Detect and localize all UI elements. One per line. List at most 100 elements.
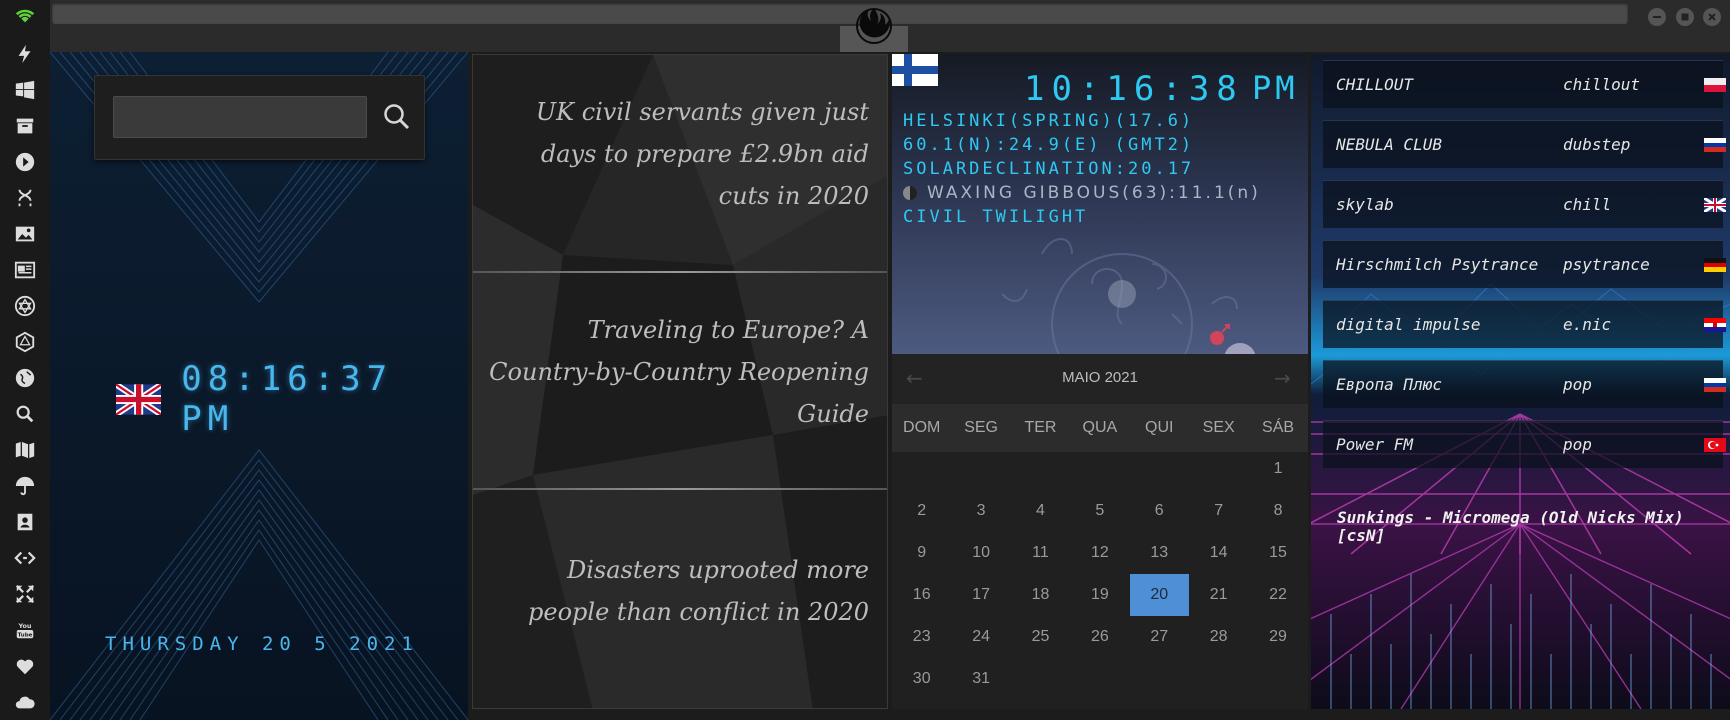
station-item[interactable]: digital impulse e.nic	[1323, 300, 1726, 348]
radio-panel: CHILLOUT chillout NEBULA CLUB dubstep sk…	[1311, 54, 1730, 709]
calendar-day[interactable]: 7	[1189, 490, 1248, 532]
wifi-icon[interactable]	[13, 4, 37, 28]
square-icon	[1681, 13, 1689, 21]
newspaper-icon[interactable]	[13, 258, 37, 282]
calendar-day[interactable]: 1	[1248, 448, 1307, 490]
station-item[interactable]: Европа Плюс pop	[1323, 360, 1726, 408]
calendar-empty-cell	[1130, 448, 1189, 490]
contacts-icon[interactable]	[13, 510, 37, 534]
title-bar-track[interactable]	[52, 3, 1628, 24]
umbrella-icon[interactable]	[13, 474, 37, 498]
expand-icon[interactable]	[13, 582, 37, 606]
station-genre: dubstep	[1563, 135, 1631, 154]
globe-icon[interactable]	[13, 366, 37, 390]
calendar-week-row: 1	[892, 448, 1308, 490]
search-icon[interactable]	[13, 402, 37, 426]
station-item[interactable]: Power FM pop	[1323, 420, 1726, 468]
hexagon-icon[interactable]	[13, 330, 37, 354]
news-item-2[interactable]: Traveling to Europe? A Country-by-Countr…	[489, 309, 869, 435]
calendar-day[interactable]: 16	[892, 574, 951, 616]
calendar-day[interactable]: 5	[1070, 490, 1129, 532]
calendar-day[interactable]: 17	[951, 574, 1010, 616]
calendar-day[interactable]: 18	[1011, 574, 1070, 616]
calendar-day[interactable]: 11	[1011, 532, 1070, 574]
weekday-label: SEX	[1202, 419, 1235, 436]
astro-panel: 10:16:38 PM HELSINKI(SPRING)(17.6) 60.1(…	[892, 54, 1308, 354]
calendar-day[interactable]: 22	[1248, 574, 1307, 616]
weekday-label: QUA	[1082, 419, 1118, 436]
station-item[interactable]: NEBULA CLUB dubstep	[1323, 120, 1726, 168]
calendar-day[interactable]: 9	[892, 532, 951, 574]
cloud-icon[interactable]	[13, 690, 37, 714]
station-name: digital impulse	[1336, 315, 1481, 334]
close-button[interactable]	[1703, 8, 1721, 26]
calendar-day[interactable]: 26	[1070, 616, 1129, 658]
calendar-empty-cell	[951, 448, 1010, 490]
calendar-day[interactable]: 27	[1130, 616, 1189, 658]
weekday-label: DOM	[903, 419, 941, 436]
svg-text:You: You	[17, 622, 31, 630]
station-name: NEBULA CLUB	[1336, 135, 1442, 154]
play-icon[interactable]	[13, 150, 37, 174]
archive-icon[interactable]	[13, 114, 37, 138]
calendar-empty-cell	[1130, 658, 1189, 700]
poland-flag-icon	[1704, 78, 1726, 92]
calendar-day[interactable]: 20	[1129, 574, 1189, 616]
calendar-day[interactable]: 23	[892, 616, 951, 658]
windows-icon[interactable]	[13, 78, 37, 102]
title-bar	[50, 0, 1730, 52]
station-genre: chillout	[1563, 75, 1641, 94]
calendar-day[interactable]: 6	[1130, 490, 1189, 532]
map-icon[interactable]	[13, 438, 37, 462]
heart-icon[interactable]	[13, 654, 37, 678]
calendar-day[interactable]: 10	[951, 532, 1010, 574]
calendar-day[interactable]: 28	[1189, 616, 1248, 658]
news-item-1[interactable]: UK civil servants given just days to pre…	[489, 91, 869, 217]
calendar-day[interactable]: 21	[1189, 574, 1248, 616]
news-panel: UK civil servants given just days to pre…	[472, 54, 888, 709]
lightning-icon[interactable]	[13, 42, 37, 66]
calendar-day[interactable]: 4	[1011, 490, 1070, 532]
news-item-3[interactable]: Disasters uprooted more people than conf…	[489, 549, 869, 633]
maximize-button[interactable]	[1676, 8, 1694, 26]
dna-icon[interactable]	[13, 186, 37, 210]
youtube-icon[interactable]: You Tube	[13, 618, 37, 642]
calendar-day[interactable]: 29	[1248, 616, 1307, 658]
calendar-day[interactable]: 3	[951, 490, 1010, 532]
calendar-day[interactable]: 13	[1130, 532, 1189, 574]
station-item[interactable]: Hirschmilch Psytrance psytrance	[1323, 240, 1726, 288]
calendar-day[interactable]: 14	[1189, 532, 1248, 574]
russia-flag-icon	[1704, 138, 1726, 152]
station-genre: psytrance	[1563, 255, 1650, 274]
moon-phase-line: WAXING GIBBOUS(63):11.1(n)	[903, 183, 1261, 203]
code-icon[interactable]	[13, 546, 37, 570]
calendar-day[interactable]: 12	[1070, 532, 1129, 574]
search-box	[94, 75, 425, 160]
star-of-david-icon[interactable]	[13, 294, 37, 318]
calendar-week-row: 23 24 25 26 27 28 29	[892, 616, 1308, 658]
twilight-line: CIVIL TWILIGHT	[903, 207, 1089, 227]
calendar-empty-cell	[1011, 658, 1070, 700]
station-item[interactable]: CHILLOUT chillout	[1323, 60, 1726, 108]
coordinates-line: 60.1(N):24.9(E) (GMT2)	[903, 135, 1195, 155]
local-clock: 08:16:37 PM	[116, 359, 468, 439]
calendar-day[interactable]: 30	[892, 658, 951, 700]
calendar-empty-cell	[1189, 448, 1248, 490]
calendar-day[interactable]: 2	[892, 490, 951, 532]
search-button[interactable]	[381, 101, 413, 133]
station-item[interactable]: skylab chill	[1323, 180, 1726, 228]
rebel-alliance-logo-icon	[856, 8, 892, 44]
calendar-day[interactable]: 8	[1248, 490, 1307, 532]
image-icon[interactable]	[13, 222, 37, 246]
calendar-next-button[interactable]: →	[1274, 366, 1291, 390]
station-name: skylab	[1336, 195, 1394, 214]
minimize-button[interactable]	[1648, 8, 1666, 26]
search-input[interactable]	[113, 96, 367, 138]
uk-flag-icon	[116, 383, 162, 415]
calendar-day[interactable]: 31	[951, 658, 1010, 700]
calendar-day[interactable]: 25	[1011, 616, 1070, 658]
calendar-day[interactable]: 15	[1248, 532, 1307, 574]
calendar-day[interactable]: 24	[951, 616, 1010, 658]
calendar-day[interactable]: 19	[1070, 574, 1129, 616]
moon-phase-icon	[903, 186, 917, 200]
